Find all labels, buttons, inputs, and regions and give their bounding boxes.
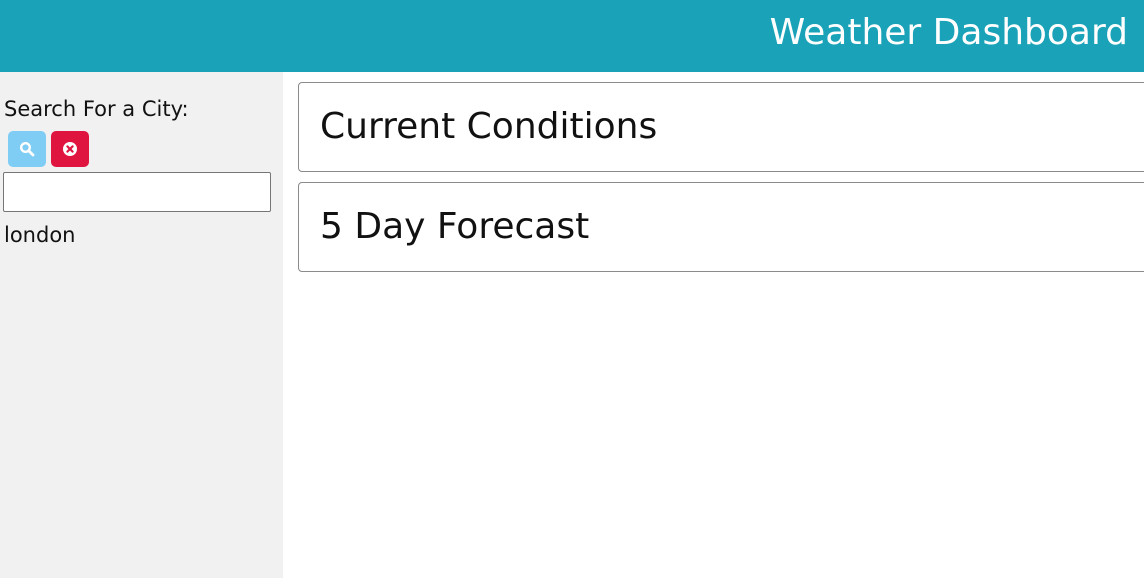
current-conditions-card: Current Conditions: [298, 82, 1144, 172]
sidebar: Search For a City: london: [0, 72, 283, 578]
close-circle-icon: [63, 142, 77, 156]
page-title: Weather Dashboard: [769, 12, 1128, 53]
search-label: Search For a City:: [4, 97, 189, 121]
forecast-card: 5 Day Forecast: [298, 182, 1144, 272]
clear-button[interactable]: [51, 131, 89, 167]
search-history-item[interactable]: london: [4, 222, 75, 248]
city-search-input[interactable]: [3, 172, 271, 212]
search-icon: [19, 141, 35, 157]
search-button[interactable]: [8, 131, 46, 167]
current-conditions-title: Current Conditions: [320, 106, 658, 147]
forecast-title: 5 Day Forecast: [320, 206, 590, 247]
app-header: Weather Dashboard: [0, 0, 1144, 72]
